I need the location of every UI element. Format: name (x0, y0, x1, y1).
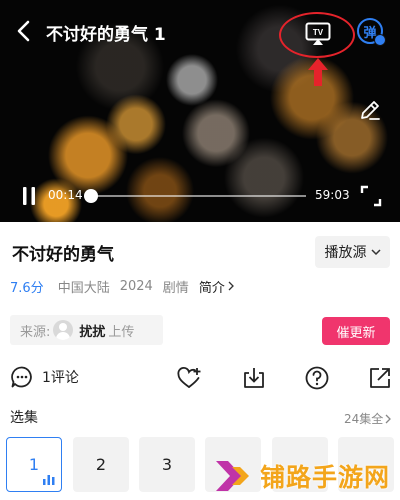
share-icon[interactable] (367, 365, 393, 391)
favorite-add-icon[interactable] (176, 365, 202, 391)
show-title: 不讨好的勇气 (12, 245, 114, 265)
comment-icon (11, 366, 32, 388)
actions-row: 1评论 (0, 363, 400, 393)
episode-number: 2 (95, 455, 107, 474)
player-top-bar: 不讨好的勇气 1 TV 弹 (0, 0, 400, 120)
help-icon[interactable] (304, 365, 330, 391)
episode-item[interactable]: 1 (6, 437, 62, 492)
episode-number: 1 (28, 455, 40, 474)
source-button-label: 播放源 (324, 245, 367, 261)
avatar (53, 320, 74, 340)
region: 中国大陆 (57, 280, 110, 296)
pause-icon[interactable] (20, 185, 38, 207)
tv-cast-icon[interactable]: TV (305, 22, 331, 46)
urge-update-button[interactable]: 催更新 (322, 317, 390, 345)
playing-bars-icon (43, 475, 55, 485)
chevron-right-icon (228, 281, 234, 291)
episodes-count: 24集全 (344, 412, 384, 426)
back-icon[interactable] (14, 19, 34, 43)
chevron-down-icon (370, 249, 381, 256)
uploader-action: 上传 (108, 324, 135, 340)
comment-button[interactable]: 1评论 (10, 365, 79, 389)
intro-link[interactable]: 简介 (199, 277, 234, 296)
video-title: 不讨好的勇气 1 (46, 25, 166, 45)
intro-label: 简介 (198, 280, 225, 296)
uploader-chip[interactable]: 来源: 扰扰 上传 (10, 315, 163, 345)
watermark-logo-icon (216, 461, 249, 491)
watermark: 铺路手游网 (212, 452, 400, 500)
pencil-icon[interactable] (358, 98, 382, 122)
year: 2024 (119, 278, 153, 294)
uploader-name: 扰扰 (79, 324, 106, 340)
episode-item[interactable]: 2 (73, 437, 129, 492)
chevron-right-icon (385, 414, 392, 423)
source-select-button[interactable]: 播放源 (315, 236, 390, 268)
uploader-label: 来源: (20, 324, 51, 340)
total-time: 59:03 (315, 188, 350, 202)
watermark-text: 铺路手游网 (260, 463, 391, 492)
download-icon[interactable] (241, 365, 267, 391)
annotation-arrow (308, 58, 328, 86)
rating: 7.6分 (10, 280, 44, 296)
episodes-count-link[interactable]: 24集全 (344, 410, 392, 427)
fullscreen-icon[interactable] (360, 185, 382, 207)
player-controls: 00:14 59:03 (0, 178, 400, 214)
comment-count: 1评论 (42, 370, 79, 386)
episode-number: 3 (161, 455, 173, 474)
danmu-enabled-badge (374, 34, 386, 46)
episode-item[interactable]: 3 (139, 437, 195, 492)
genre: 剧情 (162, 280, 189, 296)
episodes-label: 选集 (10, 410, 38, 426)
progress-handle[interactable] (83, 189, 98, 203)
current-time: 00:14 (48, 188, 83, 202)
meta-row: 7.6分 中国大陆 2024 剧情 简介 (10, 277, 234, 296)
tv-icon-label: TV (313, 28, 324, 37)
progress-bar[interactable] (83, 189, 306, 203)
video-player[interactable]: 不讨好的勇气 1 TV 弹 00:14 59:03 (0, 0, 400, 222)
